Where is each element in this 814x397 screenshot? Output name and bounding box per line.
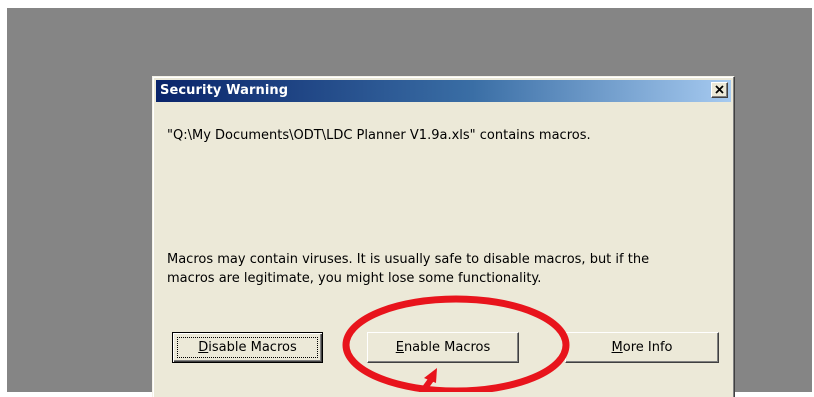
enable-mnemonic: E — [395, 340, 404, 355]
close-icon — [715, 85, 724, 94]
focus-rectangle — [177, 337, 318, 358]
more-info-button[interactable]: More Info — [565, 332, 719, 363]
file-macro-message: "Q:\My Documents\ODT\LDC Planner V1.9a.x… — [167, 128, 591, 143]
dialog-titlebar[interactable]: Security Warning — [156, 80, 731, 102]
more-mnemonic: M — [611, 340, 623, 355]
macro-warning-text: Macros may contain viruses. It is usuall… — [167, 250, 649, 288]
warning-line-2: macros are legitimate, you might lose so… — [167, 271, 542, 286]
disable-macros-button[interactable]: Disable Macros — [172, 332, 323, 363]
dialog-title: Security Warning — [160, 83, 289, 98]
enable-macros-button[interactable]: Enable Macros — [367, 332, 519, 363]
security-warning-dialog: Security Warning "Q:\My Documents\ODT\LD… — [152, 76, 735, 397]
warning-line-1: Macros may contain viruses. It is usuall… — [167, 252, 650, 267]
close-button[interactable] — [711, 82, 728, 98]
enable-label: nable Macros — [403, 340, 491, 355]
more-label: ore Info — [622, 340, 673, 355]
